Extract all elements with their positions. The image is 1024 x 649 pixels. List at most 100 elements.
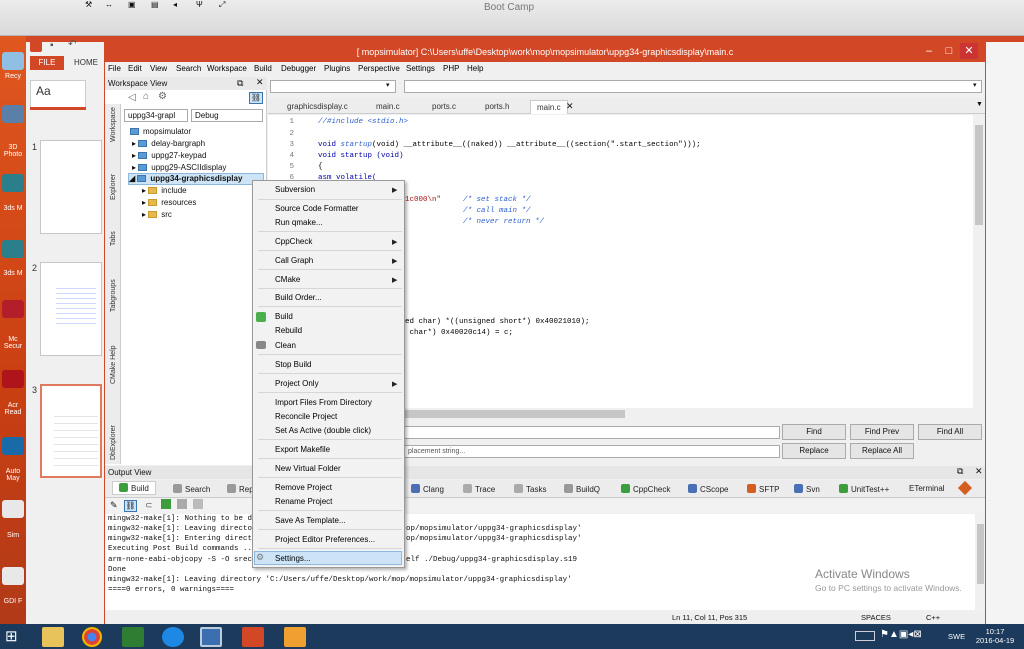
undo-icon[interactable]: ↶ <box>68 39 76 50</box>
menu-rename-project[interactable]: Rename Project <box>275 497 332 506</box>
3d-photo-icon[interactable] <box>2 105 24 123</box>
menu-project-only[interactable]: Project Only <box>275 379 319 388</box>
tab-replace[interactable]: Rep <box>227 484 254 494</box>
menu-edit[interactable]: Edit <box>128 64 142 73</box>
autodesk-icon[interactable] <box>2 437 24 455</box>
scope-select[interactable] <box>270 80 396 93</box>
tree-project-selected[interactable]: ◢ uppg34-graphicsdisplay <box>128 173 264 185</box>
start-windows-icon[interactable]: ⊞ <box>5 627 18 645</box>
find-all-button[interactable]: Find All <box>918 424 982 440</box>
menu-reconcile-project[interactable]: Reconcile Project <box>275 412 337 421</box>
menu-import-files[interactable]: Import Files From Directory <box>275 398 372 407</box>
menu-perspective[interactable]: Perspective <box>358 64 400 73</box>
menu-export-makefile[interactable]: Export Makefile <box>275 445 330 454</box>
tab-ports-c[interactable]: ports.c <box>426 100 462 114</box>
close-button[interactable]: ✕ <box>960 43 978 59</box>
tab-sftp[interactable]: SFTP <box>747 484 779 494</box>
tab-unittest[interactable]: UnitTest++ <box>839 484 889 494</box>
wrench-icon[interactable]: ⚒ <box>85 0 92 9</box>
arrows-icon[interactable]: ↔ <box>105 0 113 9</box>
internet-explorer-icon[interactable] <box>162 627 184 647</box>
replace-all-button[interactable]: Replace All <box>850 443 914 459</box>
tab-buildq[interactable]: BuildQ <box>564 484 600 494</box>
tab-eterminal[interactable]: ETerminal <box>909 484 945 493</box>
tree-folder[interactable]: ▸ resources <box>142 198 196 207</box>
tree-folder[interactable]: ▸ include <box>142 186 187 195</box>
menu-set-as-active[interactable]: Set As Active (double click) <box>275 426 371 435</box>
menu-view[interactable]: View <box>150 64 167 73</box>
tab-explorer[interactable]: Explorer <box>110 174 117 200</box>
gdi-icon[interactable] <box>2 567 24 585</box>
tree-folder[interactable]: ▸ src <box>142 210 172 219</box>
scrollbar-thumb[interactable] <box>977 524 984 584</box>
3ds-max-icon[interactable] <box>2 174 24 192</box>
tab-dbexplorer[interactable]: DbExplorer <box>110 425 117 460</box>
menu-php[interactable]: PHP <box>443 64 459 73</box>
menu-run-qmake[interactable]: Run qmake... <box>275 218 323 227</box>
find-input[interactable] <box>404 426 780 439</box>
tab-svn[interactable]: Svn <box>794 484 820 494</box>
menu-build[interactable]: Build <box>275 312 293 321</box>
menu-file[interactable]: File <box>108 64 121 73</box>
home-tab[interactable]: HOME <box>74 58 98 67</box>
indent-mode[interactable]: SPACES <box>861 613 891 622</box>
menu-debugger[interactable]: Debugger <box>281 64 316 73</box>
menu-call-graph[interactable]: Call Graph <box>275 256 313 265</box>
clear-icon[interactable] <box>193 499 203 509</box>
replace-input[interactable]: placement string... <box>404 445 780 458</box>
copy-icon[interactable] <box>177 499 187 509</box>
app-taskbar-icon[interactable] <box>284 627 306 647</box>
project-select[interactable]: uppg34-grapl <box>124 109 188 122</box>
close-icon[interactable]: ✕ <box>975 466 983 477</box>
language-mode[interactable]: C++ <box>926 613 940 622</box>
link-editor-icon[interactable]: ⛓ <box>249 92 263 104</box>
home-icon[interactable]: ⌂ <box>143 91 149 102</box>
mcafee-icon[interactable] <box>2 300 24 318</box>
back-icon[interactable]: ◁ <box>128 92 136 103</box>
tab-trace[interactable]: Trace <box>463 484 495 494</box>
input-language[interactable]: SWE <box>948 632 965 641</box>
tab-graphicsdisplay-c[interactable]: graphicsdisplay.c <box>281 100 354 114</box>
minimize-button[interactable]: – <box>920 43 938 59</box>
acrobat-icon[interactable] <box>2 370 24 388</box>
tabs-menu-icon[interactable]: ▼ <box>976 101 983 108</box>
link-icon[interactable]: ⛓ <box>124 500 137 512</box>
tree-project[interactable]: ▸ delay-bargraph <box>132 139 205 148</box>
tab-close-icon[interactable]: ✕ <box>566 101 574 112</box>
tab-workspace[interactable]: Workspace <box>110 107 117 142</box>
codelite-taskbar-icon[interactable] <box>200 627 222 647</box>
keyboard-icon[interactable] <box>855 631 875 641</box>
taskbar-clock[interactable]: 10:17 2016-04-19 <box>975 627 1015 645</box>
pin-icon[interactable]: ✎ <box>110 500 118 511</box>
lock-icon[interactable]: ▤ <box>151 0 159 9</box>
menu-settings[interactable]: Settings... <box>275 554 311 563</box>
sim-icon[interactable] <box>2 500 24 518</box>
tab-tabs[interactable]: Tabs <box>110 231 117 246</box>
file-explorer-icon[interactable] <box>42 627 64 647</box>
menu-remove-project[interactable]: Remove Project <box>275 483 332 492</box>
menu-new-virtual-folder[interactable]: New Virtual Folder <box>275 464 341 473</box>
file-tab[interactable]: FILE <box>30 56 64 70</box>
tree-project[interactable]: ▸ uppg29-ASCIIdisplay <box>132 163 226 172</box>
find-button[interactable]: Find <box>782 424 846 440</box>
find-prev-button[interactable]: Find Prev <box>850 424 914 440</box>
menu-search[interactable]: Search <box>176 64 201 73</box>
tab-cscope[interactable]: CScope <box>688 484 728 494</box>
config-select[interactable]: Debug <box>191 109 263 122</box>
tab-clang[interactable]: Clang <box>411 484 444 494</box>
tab-build[interactable]: Build <box>112 481 156 495</box>
excel-icon[interactable] <box>122 627 144 647</box>
tab-cmake-help[interactable]: CMake Help <box>110 345 117 384</box>
menu-rebuild[interactable]: Rebuild <box>275 326 302 335</box>
menu-project-editor-preferences[interactable]: Project Editor Preferences... <box>275 535 375 544</box>
speaker-icon[interactable]: ◂ <box>173 0 177 9</box>
save-icon[interactable]: ▪ <box>50 40 54 51</box>
usb-icon[interactable]: Ψ <box>196 0 203 9</box>
tab-tabgroups[interactable]: Tabgroups <box>110 279 117 312</box>
menu-build-order[interactable]: Build Order... <box>275 293 322 302</box>
maximize-button[interactable]: □ <box>940 43 958 59</box>
menu-workspace[interactable]: Workspace <box>207 64 247 73</box>
menu-help[interactable]: Help <box>467 64 483 73</box>
dock-icon[interactable]: ⧉ <box>957 466 963 477</box>
save-output-icon[interactable] <box>161 499 171 509</box>
